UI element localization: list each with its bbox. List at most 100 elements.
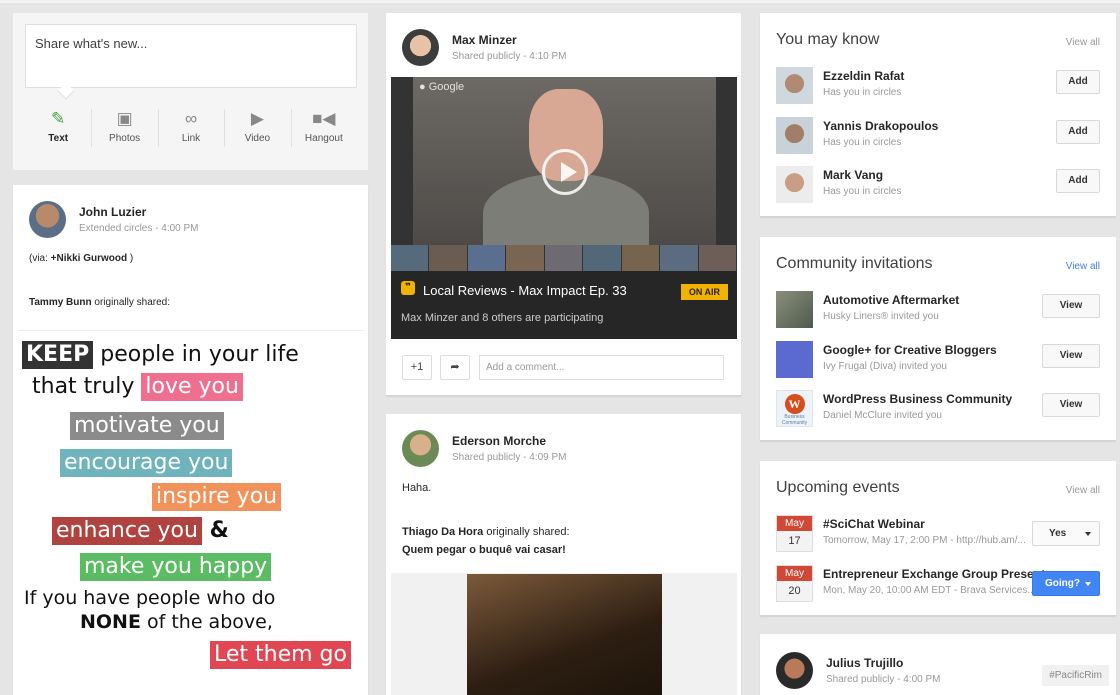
person-sub: Has you in circles [823,87,902,98]
person-sub: Has you in circles [823,186,902,197]
share-hangout-button[interactable]: ■◀ Hangout [290,105,357,157]
community-invitations-panel: Community invitations View all Automotiv… [760,237,1116,441]
add-button[interactable]: Add [1056,169,1100,193]
view-all-link[interactable]: View all [1066,37,1100,48]
event-name[interactable]: #SciChat Webinar [823,517,925,531]
avatar[interactable] [402,29,439,66]
share-box: Share what's new... ✎ Text ▣ Photos ∞ Li… [13,13,368,170]
on-air-badge: ON AIR [680,284,728,300]
avatar[interactable] [402,430,439,467]
wordpress-logo[interactable]: W Business Community [776,390,813,427]
share-video-button[interactable]: ▶ Video [224,105,290,157]
participant-thumb[interactable] [467,245,506,271]
share-link-button[interactable]: ∞ Link [157,105,224,157]
community-image[interactable] [776,291,813,328]
post-ederson-morche: Ederson Morche Shared publicly - 4:09 PM… [386,414,741,695]
participant-thumbnails [391,245,737,271]
avatar[interactable] [776,67,813,104]
keep-people-image[interactable]: KEEP people in your life that truly love… [18,330,365,675]
video-camera-icon: ■◀ [312,109,336,128]
share-input[interactable]: Share what's new... [25,24,357,88]
plus-one-button[interactable]: +1 [402,355,432,380]
author-name[interactable]: Max Minzer [452,33,517,47]
participant-thumb[interactable] [698,245,736,271]
hashtag-badge[interactable]: #PacificRim [1042,665,1109,686]
event-item: May 20 Entrepreneur Exchange Group Prese… [776,565,1100,605]
share-photos-button[interactable]: ▣ Photos [91,105,157,157]
person-name[interactable]: Ezzeldin Rafat [823,69,904,83]
link-icon: ∞ [184,109,198,128]
view-all-link[interactable]: View all [1066,261,1100,272]
post-john-luzier: John Luzier Extended circles - 4:00 PM (… [13,185,368,695]
post-meta: Shared publicly - 4:10 PM [452,51,567,62]
post-julius-trujillo: Julius Trujillo Shared publicly - 4:00 P… [760,634,1116,695]
community-item: Google+ for Creative Bloggers Ivy Frugal… [776,341,1100,381]
community-sub: Husky Liners® invited you [823,311,939,322]
view-button[interactable]: View [1042,393,1100,417]
author-name[interactable]: John Luzier [79,205,146,219]
community-name[interactable]: Automotive Aftermarket [823,293,959,307]
chevron-down-icon [1085,582,1091,586]
upcoming-events-panel: Upcoming events View all May 17 #SciChat… [760,461,1116,616]
comment-input[interactable]: Add a comment... [479,355,724,380]
participant-thumb[interactable] [429,245,467,271]
author-name[interactable]: Ederson Morche [452,434,546,448]
share-options: ✎ Text ▣ Photos ∞ Link ▶ Video ■◀ Hangou… [25,105,357,157]
community-sub: Daniel McClure invited you [823,410,942,421]
community-image[interactable] [776,341,813,378]
post-meta: Shared publicly - 4:00 PM [826,674,941,685]
community-sub: Ivy Frugal (Diva) invited you [823,361,947,372]
top-border [0,0,1120,3]
pencil-icon: ✎ [51,109,66,128]
event-sub: Tomorrow, May 17, 2:00 PM - http://hub.a… [823,535,1026,546]
video-play-icon: ▶ [250,109,264,128]
reshare-line: Thiago Da Hora originally shared: [402,526,570,538]
avatar[interactable] [776,166,813,203]
community-item: W Business Community WordPress Business … [776,390,1100,430]
original-author-link[interactable]: Thiago Da Hora [402,526,483,538]
event-item: May 17 #SciChat Webinar Tomorrow, May 17… [776,515,1100,555]
view-button[interactable]: View [1042,344,1100,368]
suggested-person: Yannis Drakopoulos Has you in circles Ad… [776,117,1100,157]
share-arrow-button[interactable]: ➦ [440,355,470,380]
avatar[interactable] [29,201,66,238]
event-name[interactable]: Entrepreneur Exchange Group Present... [823,567,1055,581]
via-link[interactable]: +Nikki Gurwood [51,253,127,264]
panel-title: You may know [776,31,880,48]
person-sub: Has you in circles [823,137,902,148]
post-text: Haha. [402,482,432,494]
participant-thumb[interactable] [583,245,621,271]
community-name[interactable]: WordPress Business Community [823,392,1012,406]
panel-title: Upcoming events [776,479,900,496]
author-name[interactable]: Julius Trujillo [826,656,903,670]
via-line: (via: +Nikki Gurwood ) [29,253,134,264]
rsvp-dropdown[interactable]: Going? [1032,571,1100,596]
add-button[interactable]: Add [1056,120,1100,144]
community-item: Automotive Aftermarket Husky Liners® inv… [776,291,1100,331]
avatar[interactable] [776,652,813,689]
person-name[interactable]: Mark Vang [823,168,883,182]
participant-thumb[interactable] [544,245,583,271]
hangout-video[interactable]: ● Google ❞ Local Reviews - Max Impact Ep… [391,77,737,339]
hangout-quote-icon: ❞ [401,281,415,295]
view-all-link[interactable]: View all [1066,485,1100,496]
participant-thumb[interactable] [391,245,429,271]
play-icon[interactable] [542,149,588,195]
suggested-person: Mark Vang Has you in circles Add [776,166,1100,206]
person-name[interactable]: Yannis Drakopoulos [823,119,938,133]
participant-thumb[interactable] [506,245,544,271]
hangout-title[interactable]: Local Reviews - Max Impact Ep. 33 [423,283,627,298]
view-button[interactable]: View [1042,294,1100,318]
avatar[interactable] [776,117,813,154]
calendar-icon: May 20 [776,565,813,602]
party-photo[interactable] [467,574,662,695]
panel-title: Community invitations [776,255,933,272]
participant-thumb[interactable] [660,245,698,271]
community-name[interactable]: Google+ for Creative Bloggers [823,343,997,357]
participant-thumb[interactable] [621,245,660,271]
share-text-button[interactable]: ✎ Text [25,105,91,157]
rsvp-dropdown[interactable]: Yes [1032,521,1100,546]
you-may-know-panel: You may know View all Ezzeldin Rafat Has… [760,13,1116,217]
add-button[interactable]: Add [1056,70,1100,94]
original-author-link[interactable]: Tammy Bunn [29,297,92,308]
